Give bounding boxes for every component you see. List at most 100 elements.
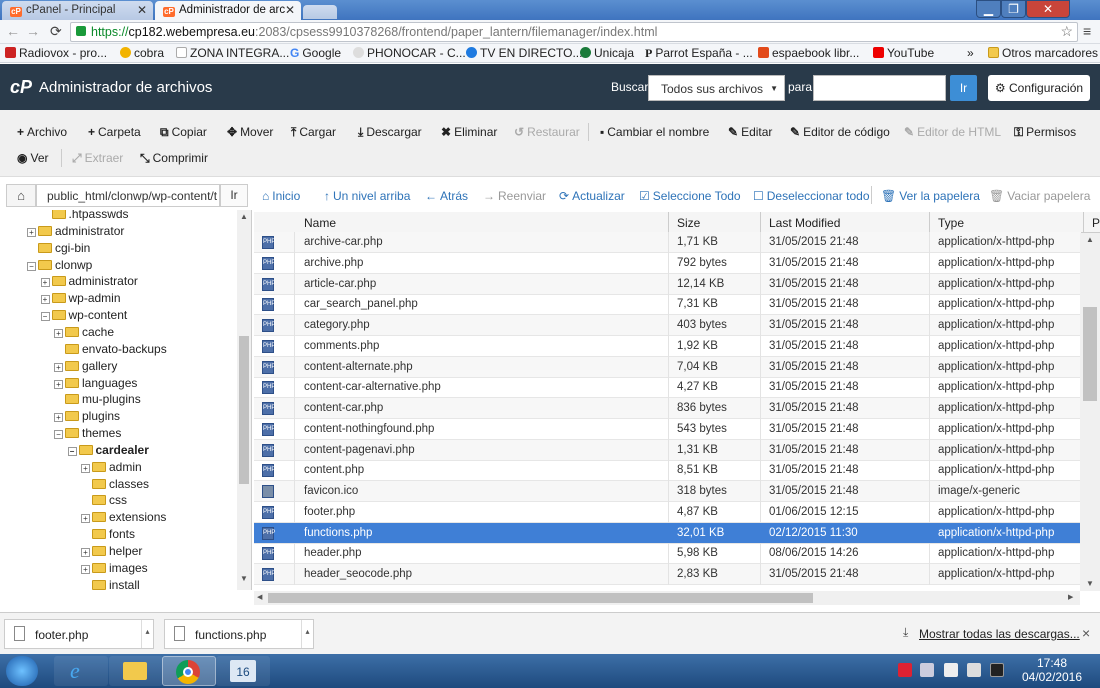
tree-node[interactable]: + wp-admin [40,291,121,308]
expand-icon[interactable]: + [81,564,90,574]
chrome-taskbar-icon[interactable] [162,656,216,686]
tree-node[interactable]: cgi-bin [27,241,90,258]
menu-icon[interactable]: ≡ [1083,23,1091,39]
url-input[interactable]: https://cp182.webempresa.eu:2083/cpsess9… [70,22,1078,42]
tree-node[interactable]: + extensions [81,510,166,527]
tree-node[interactable]: + images [81,561,148,578]
expand-icon[interactable]: + [54,413,63,423]
network-tray-icon[interactable] [920,663,934,677]
window-close-icon[interactable]: ✕ [1026,0,1070,18]
display-tray-icon[interactable] [990,663,1004,677]
copy-button[interactable]: ⧉ Copiar [160,125,207,140]
deselect-all-button[interactable]: ☐ Deseleccionar todo [753,189,870,203]
tree-node[interactable]: mu-plugins [54,392,141,409]
search-go-button[interactable]: Ir [950,75,977,101]
table-row[interactable]: PHP content-alternate.php 7,04 KB 31/05/201… [254,356,1081,378]
more-bookmarks-button[interactable]: » [967,46,974,60]
expand-icon[interactable]: + [40,295,50,305]
explorer-taskbar-icon[interactable] [109,656,163,686]
tree-node[interactable]: + administrator [40,274,138,291]
table-row[interactable]: PHP archive.php 792 bytes 31/05/2015 21:48 a… [254,252,1081,274]
tree-node[interactable]: .htpasswds [41,210,129,224]
expand-icon[interactable]: + [81,514,90,524]
bookmark-item[interactable]: PHONOCAR - C... [353,46,466,60]
collapse-icon[interactable]: − [67,446,77,456]
tree-node[interactable]: + gallery [54,359,117,376]
tree-node[interactable]: fonts [81,527,135,544]
reload-icon[interactable]: ⟳ [50,23,62,40]
calendar-taskbar-icon[interactable]: 16 [216,656,270,686]
bookmark-item[interactable]: G Google [290,46,341,60]
expand-icon[interactable]: + [27,227,36,237]
edit-button[interactable]: ✎ Editar [728,125,772,139]
move-button[interactable]: ✥ Mover [227,125,273,139]
column-header-modified[interactable]: Last Modified [769,216,840,230]
tree-node[interactable]: + languages [54,376,137,393]
expand-icon[interactable]: + [81,548,90,557]
search-scope-select[interactable]: Todos sus archivos ▼ [648,75,785,101]
scrollbar-thumb[interactable] [268,593,813,603]
system-clock[interactable]: 17:48 04/02/2016 [1020,656,1084,684]
table-row[interactable]: PHP article-car.php 12,14 KB 31/05/2015 21:… [254,273,1081,295]
tree-node[interactable]: − themes [54,426,121,443]
tree-node[interactable]: classes [81,477,149,494]
forward-arrow-icon[interactable]: → [26,23,40,39]
tree-node[interactable]: − cardealer [67,443,149,460]
table-row[interactable]: favicon.ico 318 bytes 31/05/2015 21:48 imag… [254,481,1081,502]
cpanel-logo[interactable]: cP [10,77,32,98]
code-editor-button[interactable]: ✎ Editor de código [790,125,890,139]
collapse-icon[interactable]: − [40,312,50,322]
search-input[interactable] [813,75,946,101]
expand-icon[interactable]: + [81,463,90,473]
scroll-up-icon[interactable]: ▲ [240,212,248,221]
extract-button[interactable]: ⤢ Extraer [72,151,123,166]
table-row[interactable]: PHP car_search_panel.php 7,31 KB 31/05/2015… [254,294,1081,316]
tree-scrollbar[interactable]: ▲ ▼ [237,210,251,590]
table-row[interactable]: PHP header.php 5,98 KB 08/06/2015 14:26 appl… [254,543,1081,565]
nav-up-button[interactable]: ↑ Un nivel arriba [324,189,410,203]
scroll-right-icon[interactable]: ▶ [1068,593,1073,601]
volume-tray-icon[interactable] [967,663,981,677]
tree-node[interactable]: + plugins [54,409,120,426]
upload-button[interactable]: ⤒ Cargar [291,125,336,140]
view-button[interactable]: ◉ Ver [17,151,49,165]
close-downloads-icon[interactable]: × [1082,625,1090,641]
scroll-left-icon[interactable]: ◀ [257,593,262,601]
bookmark-item[interactable]: YouTube [873,46,934,60]
scroll-down-icon[interactable]: ▼ [1086,579,1094,588]
table-row[interactable]: PHP archive-car.php 1,71 KB 31/05/2015 21:4… [254,232,1081,253]
tab-cpanel-principal[interactable]: cP cPanel - Principal ✕ [2,1,153,20]
scrollbar-thumb[interactable] [239,336,249,484]
start-button-icon[interactable] [6,656,38,686]
new-folder-button[interactable]: + Carpeta [88,125,141,139]
minimize-icon[interactable]: ▁ [976,0,1001,18]
bookmark-item[interactable]: P Parrot España - ... [645,46,753,61]
tab-file-manager[interactable]: cP Administrador de arc ✕ [155,1,301,20]
column-header-size[interactable]: Size [677,216,700,230]
scroll-down-icon[interactable]: ▼ [240,574,248,583]
column-header-name[interactable]: Name [304,216,336,230]
rename-button[interactable]: ▪ Cambiar el nombre [600,125,709,139]
antivirus-tray-icon[interactable] [898,663,912,677]
table-row[interactable]: PHP comments.php 1,92 KB 31/05/2015 21:48 ap… [254,335,1081,357]
tree-node[interactable]: install [81,578,140,590]
download-item[interactable]: functions.php ▴ [164,619,314,649]
tree-node[interactable]: − wp-content [40,308,127,325]
empty-trash-button[interactable]: 🗑 Vaciar papelera [989,189,1090,203]
column-header-perms[interactable]: P [1092,216,1100,230]
other-bookmarks[interactable]: Otros marcadores [988,46,1098,60]
bookmark-item[interactable]: Radiovox - pro... [5,46,107,60]
chevron-up-icon[interactable]: ▴ [301,620,313,648]
new-tab-button[interactable] [303,5,337,19]
bookmark-item[interactable]: cobra [120,46,164,60]
nav-forward-button[interactable]: → Reenviar [483,189,546,203]
nav-back-button[interactable]: ← Atrás [425,189,468,203]
file-list-hscrollbar[interactable]: ◀ ▶ [254,591,1080,605]
tree-node[interactable]: + cache [54,325,114,342]
table-row[interactable]: PHP footer.php 4,87 KB 01/06/2015 12:15 appl… [254,501,1081,523]
bookmark-item[interactable]: Unicaja [580,46,634,60]
table-row[interactable]: PHP content-nothingfound.php 543 bytes 31/0… [254,418,1081,440]
maximize-icon[interactable]: ❐ [1001,0,1026,18]
collapse-icon[interactable]: − [27,261,36,271]
bookmark-item[interactable]: espaebook libr... [758,46,859,60]
